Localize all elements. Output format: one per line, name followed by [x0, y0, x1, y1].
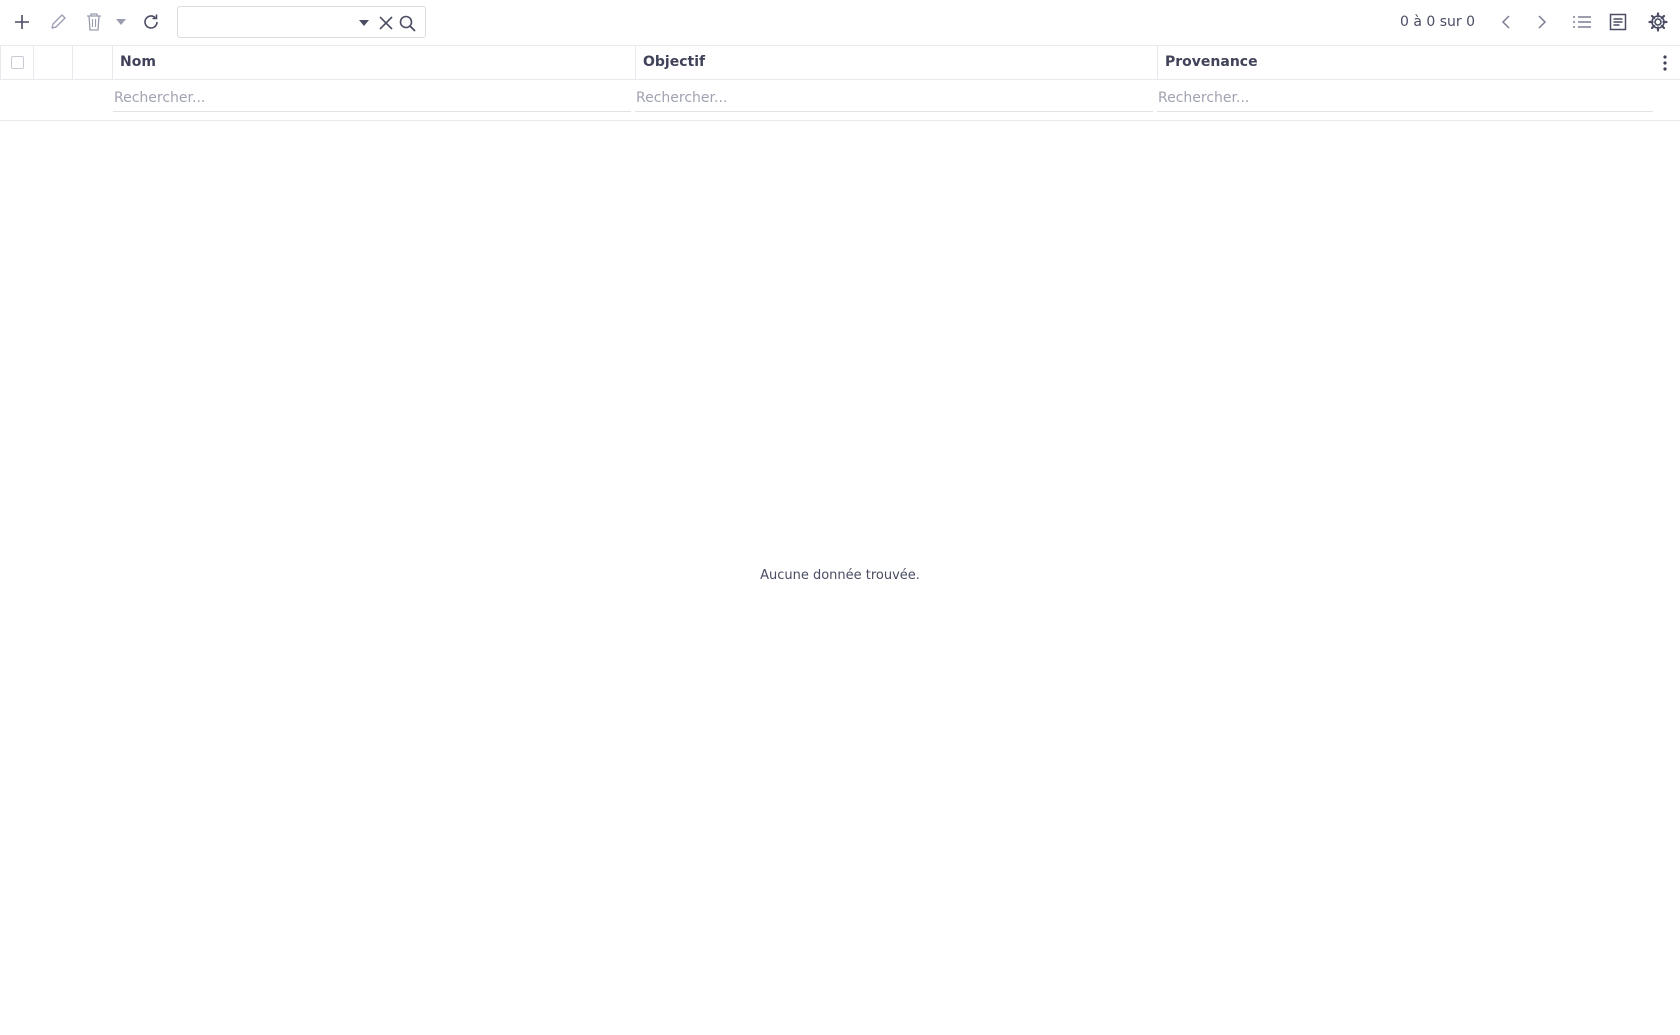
- caret-down-icon: [116, 19, 126, 25]
- refresh-icon: [144, 14, 158, 29]
- column-header-objectif[interactable]: Objectif: [635, 46, 1157, 80]
- caret-down-icon: [359, 20, 369, 26]
- close-icon: [379, 16, 393, 30]
- add-icon: [15, 15, 29, 29]
- settings-gear-icon: [1648, 12, 1668, 32]
- column-header-label: Provenance: [1165, 54, 1258, 70]
- filter-input-nom[interactable]: [113, 84, 631, 112]
- form-view-icon: [1609, 13, 1627, 31]
- next-page-button[interactable]: [1528, 8, 1556, 36]
- list-view-button[interactable]: [1568, 8, 1596, 36]
- toolbar: 0 à 0 sur 0: [0, 0, 1680, 44]
- empty-state-message: Aucune donnée trouvée.: [760, 568, 920, 583]
- select-all-checkbox[interactable]: [11, 56, 24, 69]
- refresh-button[interactable]: [137, 8, 165, 36]
- chevron-left-icon: [1501, 15, 1510, 29]
- select-all-cell: [0, 46, 33, 80]
- filter-row: [0, 80, 1680, 121]
- column-menu-button[interactable]: [1656, 53, 1674, 73]
- delete-button[interactable]: [80, 8, 108, 36]
- data-grid: Nom Objectif Provenance: [0, 45, 1680, 121]
- add-button[interactable]: [8, 8, 36, 36]
- column-header-label: Objectif: [643, 54, 706, 70]
- search-input[interactable]: [184, 11, 358, 35]
- column-header-nom[interactable]: Nom: [112, 46, 635, 80]
- previous-page-button[interactable]: [1492, 8, 1520, 36]
- search-dropdown-button[interactable]: [354, 13, 374, 33]
- delete-dropdown-button[interactable]: [108, 8, 134, 36]
- filter-input-objectif[interactable]: [635, 84, 1153, 112]
- edit-icon: [51, 14, 66, 29]
- edit-button[interactable]: [44, 8, 72, 36]
- chevron-right-icon: [1538, 15, 1547, 29]
- delete-icon: [87, 13, 101, 31]
- more-vertical-icon: [1663, 55, 1667, 71]
- column-header-label: Nom: [120, 54, 156, 70]
- header-spacer-cell: [72, 46, 112, 80]
- search-button[interactable]: [397, 13, 417, 33]
- clear-search-button[interactable]: [376, 13, 396, 33]
- search-icon: [399, 15, 416, 32]
- list-view-icon: [1573, 16, 1591, 28]
- grid-header: Nom Objectif Provenance: [0, 45, 1680, 80]
- settings-button[interactable]: [1644, 8, 1672, 36]
- form-view-button[interactable]: [1604, 8, 1632, 36]
- pager-status: 0 à 0 sur 0: [1400, 14, 1476, 30]
- column-header-provenance[interactable]: Provenance: [1157, 46, 1680, 80]
- header-spacer-cell: [33, 46, 72, 80]
- filter-input-provenance[interactable]: [1157, 84, 1653, 112]
- search-box: [177, 6, 426, 38]
